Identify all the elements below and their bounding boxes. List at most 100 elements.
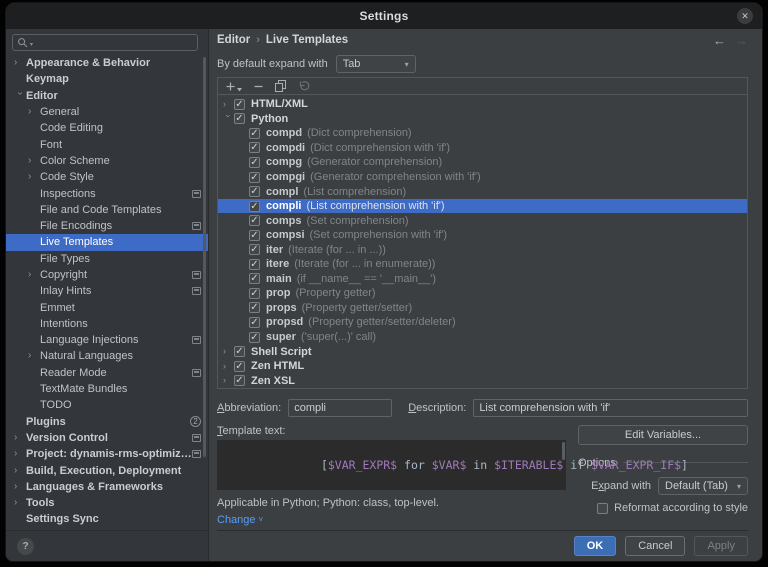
sidebar-item-file-and-code-templates[interactable]: File and Code Templates [6,202,208,218]
chevron-right-icon[interactable]: › [28,270,40,280]
sidebar-item-editor[interactable]: ›Editor [6,88,208,104]
sidebar-item-general[interactable]: ›General [6,104,208,120]
sidebar-item-appearance-behavior[interactable]: ›Appearance & Behavior [6,55,208,71]
template-checkbox[interactable]: ✓ [249,302,260,313]
chevron-right-icon[interactable]: › [14,58,26,68]
sidebar-item-tools[interactable]: ›Tools [6,495,208,511]
reformat-checkbox[interactable] [597,503,608,514]
sidebar-item-plugins[interactable]: Plugins2 [6,414,208,430]
sidebar-item-font[interactable]: Font [6,136,208,152]
template-checkbox[interactable]: ✓ [249,244,260,255]
sidebar-item-file-encodings[interactable]: File Encodings [6,218,208,234]
sidebar-item-inlay-hints[interactable]: Inlay Hints [6,283,208,299]
template-row-comps[interactable]: ✓comps(Set comprehension) [218,213,747,228]
template-checkbox[interactable]: ✓ [249,332,260,343]
cancel-button[interactable]: Cancel [625,536,685,556]
template-row-iter[interactable]: ✓iter(Iterate (for ... in ...)) [218,242,747,257]
template-row-compdi[interactable]: ✓compdi(Dict comprehension with 'if') [218,141,747,156]
sidebar-item-reader-mode[interactable]: Reader Mode [6,365,208,381]
ok-button[interactable]: OK [574,536,617,556]
breadcrumb-editor[interactable]: Editor [217,34,250,46]
template-checkbox[interactable]: ✓ [249,259,260,270]
template-checkbox[interactable]: ✓ [249,128,260,139]
close-button[interactable]: ✕ [737,8,753,24]
template-row-compg[interactable]: ✓compg(Generator comprehension) [218,155,747,170]
chevron-down-icon[interactable]: › [14,91,24,103]
template-checkbox[interactable]: ✓ [249,215,260,226]
template-group-zen-xsl[interactable]: ›✓Zen XSL [218,373,747,388]
chevron-right-icon[interactable]: › [223,362,234,371]
sidebar-item-code-editing[interactable]: Code Editing [6,120,208,136]
sidebar-item-natural-languages[interactable]: ›Natural Languages [6,348,208,364]
default-expand-dropdown[interactable]: Tab ▾ [336,55,416,73]
template-row-compl[interactable]: ✓compl(List comprehension) [218,184,747,199]
sidebar-item-keymap[interactable]: Keymap [6,71,208,87]
template-checkbox[interactable]: ✓ [234,361,245,372]
template-text-editor[interactable]: [$VAR_EXPR$ for $VAR$ in $ITERABLE$ if $… [217,440,566,490]
chevron-right-icon[interactable]: › [223,376,234,385]
sidebar-item-build-execution-deployment[interactable]: ›Build, Execution, Deployment [6,462,208,478]
add-template-button[interactable] [225,81,242,92]
chevron-right-icon[interactable]: › [14,482,26,492]
sidebar-item-file-types[interactable]: File Types [6,251,208,267]
template-group-python[interactable]: ›✓Python [218,112,747,127]
sidebar-item-textmate-bundles[interactable]: TextMate Bundles [6,381,208,397]
template-group-zen-html[interactable]: ›✓Zen HTML [218,359,747,374]
template-row-compli[interactable]: ✓compli(List comprehension with 'if') [218,199,747,214]
chevron-right-icon[interactable]: › [14,449,26,459]
template-row-compsi[interactable]: ✓compsi(Set comprehension with 'if') [218,228,747,243]
chevron-right-icon[interactable]: › [14,466,26,476]
sidebar-item-code-style[interactable]: ›Code Style [6,169,208,185]
template-checkbox[interactable]: ✓ [234,346,245,357]
chevron-right-icon[interactable]: › [14,498,26,508]
sidebar-item-emmet[interactable]: Emmet [6,299,208,315]
template-checkbox[interactable]: ✓ [234,375,245,386]
template-checkbox[interactable]: ✓ [249,142,260,153]
sidebar-item-inspections[interactable]: Inspections [6,185,208,201]
sidebar-item-copyright[interactable]: ›Copyright [6,267,208,283]
template-checkbox[interactable]: ✓ [249,317,260,328]
sidebar-item-languages-frameworks[interactable]: ›Languages & Frameworks [6,479,208,495]
template-row-main[interactable]: ✓main(if __name__ == '__main__') [218,272,747,287]
duplicate-template-button[interactable] [275,80,287,92]
back-icon[interactable]: ← [713,34,726,47]
template-checkbox[interactable]: ✓ [234,113,245,124]
template-checkbox[interactable]: ✓ [249,230,260,241]
sidebar-item-color-scheme[interactable]: ›Color Scheme [6,153,208,169]
chevron-down-icon[interactable]: › [223,115,232,126]
restore-defaults-button[interactable] [298,80,310,92]
chevron-right-icon[interactable]: › [28,156,40,166]
remove-template-button[interactable] [253,81,264,92]
sidebar-item-intentions[interactable]: Intentions [6,316,208,332]
template-row-compd[interactable]: ✓compd(Dict comprehension) [218,126,747,141]
template-row-propsd[interactable]: ✓propsd(Property getter/setter/deleter) [218,315,747,330]
sidebar-scrollbar[interactable] [203,57,206,457]
help-button[interactable]: ? [17,538,34,555]
chevron-right-icon[interactable]: › [28,172,40,182]
template-row-prop[interactable]: ✓prop(Property getter) [218,286,747,301]
template-row-props[interactable]: ✓props(Property getter/setter) [218,301,747,316]
sidebar-item-version-control[interactable]: ›Version Control [6,430,208,446]
chevron-right-icon[interactable]: › [14,433,26,443]
change-context-link[interactable]: Change ˅ [217,512,263,527]
template-checkbox[interactable]: ✓ [249,288,260,299]
sidebar-item-settings-sync[interactable]: Settings Sync [6,511,208,527]
template-checkbox[interactable]: ✓ [249,172,260,183]
chevron-right-icon[interactable]: › [223,347,234,356]
template-group-shell-script[interactable]: ›✓Shell Script [218,344,747,359]
template-checkbox[interactable]: ✓ [249,186,260,197]
sidebar-item-todo[interactable]: TODO [6,397,208,413]
template-row-itere[interactable]: ✓itere(Iterate (for ... in enumerate)) [218,257,747,272]
expand-with-dropdown[interactable]: Default (Tab) ▾ [658,477,748,495]
editor-scrollbar[interactable] [562,442,565,460]
template-checkbox[interactable]: ✓ [249,157,260,168]
edit-variables-button[interactable]: Edit Variables... [578,425,748,445]
chevron-right-icon[interactable]: › [28,351,40,361]
chevron-right-icon[interactable]: › [28,107,40,117]
chevron-right-icon[interactable]: › [223,100,234,109]
sidebar-item-live-templates[interactable]: Live Templates [6,234,208,250]
template-row-super[interactable]: ✓super('super(...)' call) [218,330,747,345]
template-checkbox[interactable]: ✓ [249,273,260,284]
sidebar-item-language-injections[interactable]: Language Injections [6,332,208,348]
template-row-compgi[interactable]: ✓compgi(Generator comprehension with 'if… [218,170,747,185]
